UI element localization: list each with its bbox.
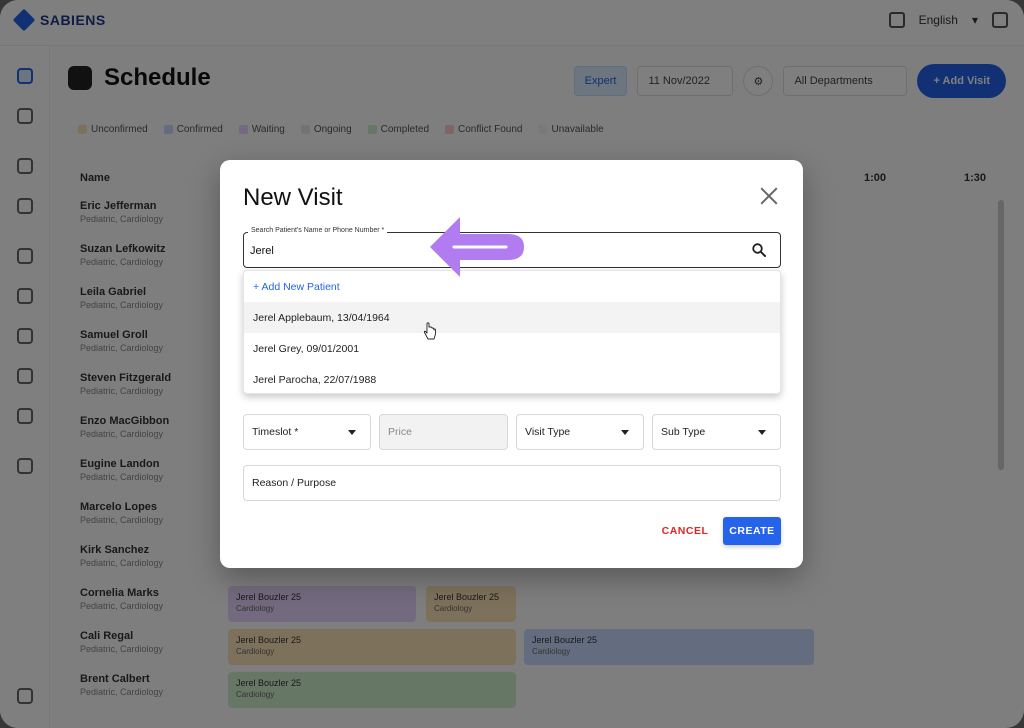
patient-option[interactable]: Jerel Applebaum, 13/04/1964 [244,302,780,333]
price-field: Price [379,414,508,450]
dropdown-arrow-icon [621,430,629,435]
visit-type-label: Visit Type [525,426,571,438]
timeslot-label: Timeslot * [252,426,299,438]
hand-cursor-icon [423,322,436,340]
search-field-label: Search Patient's Name or Phone Number * [248,227,388,234]
create-button[interactable]: CREATE [723,517,781,545]
dialog-title: New Visit [243,184,343,211]
reason-field[interactable]: Reason / Purpose [243,465,781,501]
dropdown-arrow-icon [348,430,356,435]
reason-label: Reason / Purpose [252,477,337,489]
patient-option[interactable]: Jerel Grey, 09/01/2001 [244,333,780,364]
arrow-left-icon [430,217,524,277]
patient-option[interactable]: Jerel Parocha, 22/07/1988 [244,364,780,395]
timeslot-select[interactable]: Timeslot * [243,414,371,450]
patient-suggestions: + Add New Patient Jerel Applebaum, 13/04… [243,270,781,394]
price-label: Price [388,426,412,438]
close-icon[interactable] [759,186,779,206]
visit-type-select[interactable]: Visit Type [516,414,644,450]
search-icon[interactable] [752,243,766,257]
dropdown-arrow-icon [758,430,766,435]
sub-type-label: Sub Type [661,426,706,438]
cancel-button[interactable]: CANCEL [656,517,714,545]
sub-type-select[interactable]: Sub Type [652,414,781,450]
